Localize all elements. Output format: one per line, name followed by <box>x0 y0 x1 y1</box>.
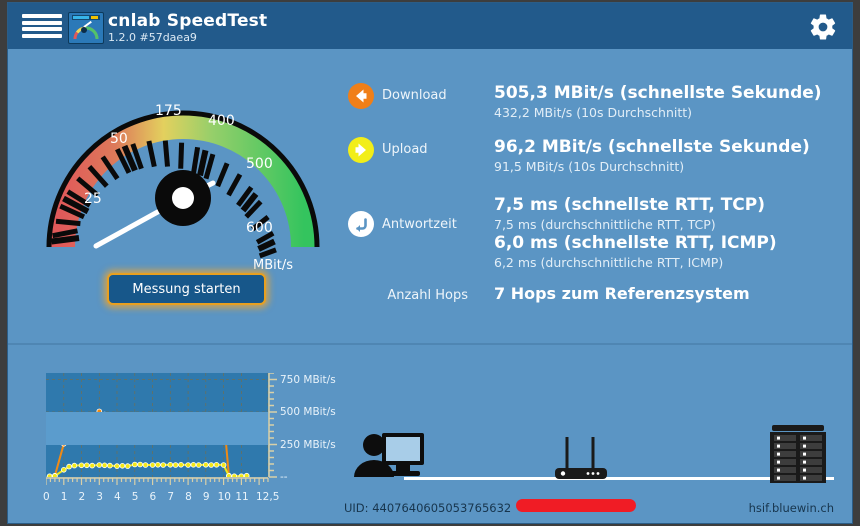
throughput-chart: 750 MBit/s 500 MBit/s 250 MBit/s -- 0123456… <box>38 365 338 515</box>
chart-y-tick-label: 500 MBit/s <box>280 406 336 418</box>
results-panel: Download 505,3 MBit/s (schnellste Sekund… <box>348 83 838 317</box>
chart-x-tick-label: 11 <box>235 491 249 503</box>
gauge-tick-label-400: 400 <box>208 113 235 129</box>
latency-icmp-best: 6,0 ms (schnellste RTT, ICMP) <box>494 233 777 253</box>
hamburger-bar <box>22 20 62 25</box>
speedometer-logo-icon <box>68 12 104 44</box>
chart-plot-area <box>46 373 268 477</box>
download-values: 505,3 MBit/s (schnellste Sekunde) 432,2 … <box>494 83 838 121</box>
latency-icmp-avg: 6,2 ms (durchschnittliche RTT, ICMP) <box>494 255 724 270</box>
status-bar <box>516 499 636 512</box>
latency-label: Antwortzeit <box>382 217 457 232</box>
gear-icon[interactable] <box>808 12 838 42</box>
gauge-tick-label-25: 25 <box>84 191 102 207</box>
chart-x-tick-label: 10 <box>217 491 231 503</box>
speed-gauge: 25 50 175 400 500 600 <box>38 61 328 286</box>
logo-bar-blue <box>73 16 89 19</box>
hops-label: Anzahl Hops <box>387 288 468 303</box>
chart-x-tick-label: 7 <box>167 491 174 503</box>
result-row-upload: Upload 96,2 MBit/s (schnellste Sekunde) … <box>348 137 838 183</box>
chart-y-axis <box>268 373 277 478</box>
hamburger-bar <box>22 33 62 38</box>
chart-x-tick-label: 5 <box>131 491 139 503</box>
start-measurement-button[interactable]: Messung starten <box>107 273 266 305</box>
latency-tcp-avg: 7,5 ms (durchschnittliche RTT, TCP) <box>494 217 716 232</box>
server-hostname-label: hsif.bluewin.ch <box>748 501 834 515</box>
upload-values: 96,2 MBit/s (schnellste Sekunde) 91,5 MB… <box>494 137 838 175</box>
chart-x-tick-label: 12,5 <box>256 491 280 503</box>
gauge-tick-label-50: 50 <box>110 131 128 147</box>
download-primary-value: 505,3 MBit/s (schnellste Sekunde) <box>494 83 822 103</box>
chart-x-tick-label: 3 <box>96 491 103 503</box>
gauge-tick-label-500: 500 <box>246 156 273 172</box>
result-row-latency: Antwortzeit 7,5 ms (schnellste RTT, TCP)… <box>348 195 838 273</box>
upload-primary-value: 96,2 MBit/s (schnellste Sekunde) <box>494 137 810 157</box>
user-computer-icon <box>354 433 424 477</box>
download-secondary-value: 432,2 MBit/s (10s Durchschnitt) <box>494 105 693 120</box>
speedtest-app-window: cnlab SpeedTest 1.2.0 #57daea9 25 50 175… <box>8 3 852 523</box>
chart-x-tick-label: 6 <box>149 491 157 503</box>
download-label: Download <box>382 88 447 103</box>
chart-y-tick-label: 250 MBit/s <box>280 438 336 451</box>
hops-values: 7 Hops zum Referenzsystem <box>494 283 838 304</box>
chart-y-tick-label: 750 MBit/s <box>280 373 336 386</box>
hops-value: 7 Hops zum Referenzsystem <box>494 284 750 303</box>
response-time-icon <box>348 211 374 237</box>
latency-tcp-best: 7,5 ms (schnellste RTT, TCP) <box>494 195 765 215</box>
upload-arrow-icon <box>348 137 374 163</box>
gauge-tick-label-175: 175 <box>155 103 182 119</box>
logo-hub <box>81 27 87 33</box>
app-version: 1.2.0 #57daea9 <box>108 31 197 44</box>
chart-x-tick-label: 4 <box>114 491 121 503</box>
upload-label: Upload <box>382 142 428 157</box>
result-row-download: Download 505,3 MBit/s (schnellste Sekund… <box>348 83 838 129</box>
chart-x-tick-label: 8 <box>185 491 192 503</box>
wifi-router-icon <box>555 437 607 479</box>
chart-x-tick-label: 2 <box>78 491 86 503</box>
chart-x-axis <box>46 477 269 485</box>
gauge-tick-label-600: 600 <box>246 220 273 236</box>
uid-label: UID: 4407640605053765632 <box>344 501 512 515</box>
logo-top-bar <box>72 15 100 20</box>
logo-bar-yellow <box>91 16 98 19</box>
hamburger-bar <box>22 14 62 18</box>
download-arrow-icon <box>348 83 374 109</box>
section-divider <box>8 343 852 345</box>
chart-x-tick-label: 1 <box>60 491 68 503</box>
app-header: cnlab SpeedTest 1.2.0 #57daea9 <box>8 3 852 49</box>
chart-x-tick-labels: 0 1 2 3 4 5 6 7 8 9 10 11 12,5 <box>38 491 298 505</box>
chart-x-tick-label: 0 <box>43 491 50 503</box>
app-title: cnlab SpeedTest <box>108 11 268 31</box>
chart-highlight-band <box>46 412 268 445</box>
chart-x-tick-label: 9 <box>202 491 210 503</box>
chart-y-tick-label: -- <box>280 471 288 483</box>
gauge-unit-label: MBit/s <box>253 258 293 273</box>
result-row-hops: Anzahl Hops 7 Hops zum Referenzsystem <box>348 283 838 309</box>
server-rack-icon <box>770 425 826 483</box>
latency-values: 7,5 ms (schnellste RTT, TCP) 7,5 ms (dur… <box>494 195 838 271</box>
upload-secondary-value: 91,5 MBit/s (10s Durchschnitt) <box>494 159 685 174</box>
hamburger-bar <box>22 27 62 32</box>
hamburger-menu-icon[interactable] <box>22 14 62 38</box>
